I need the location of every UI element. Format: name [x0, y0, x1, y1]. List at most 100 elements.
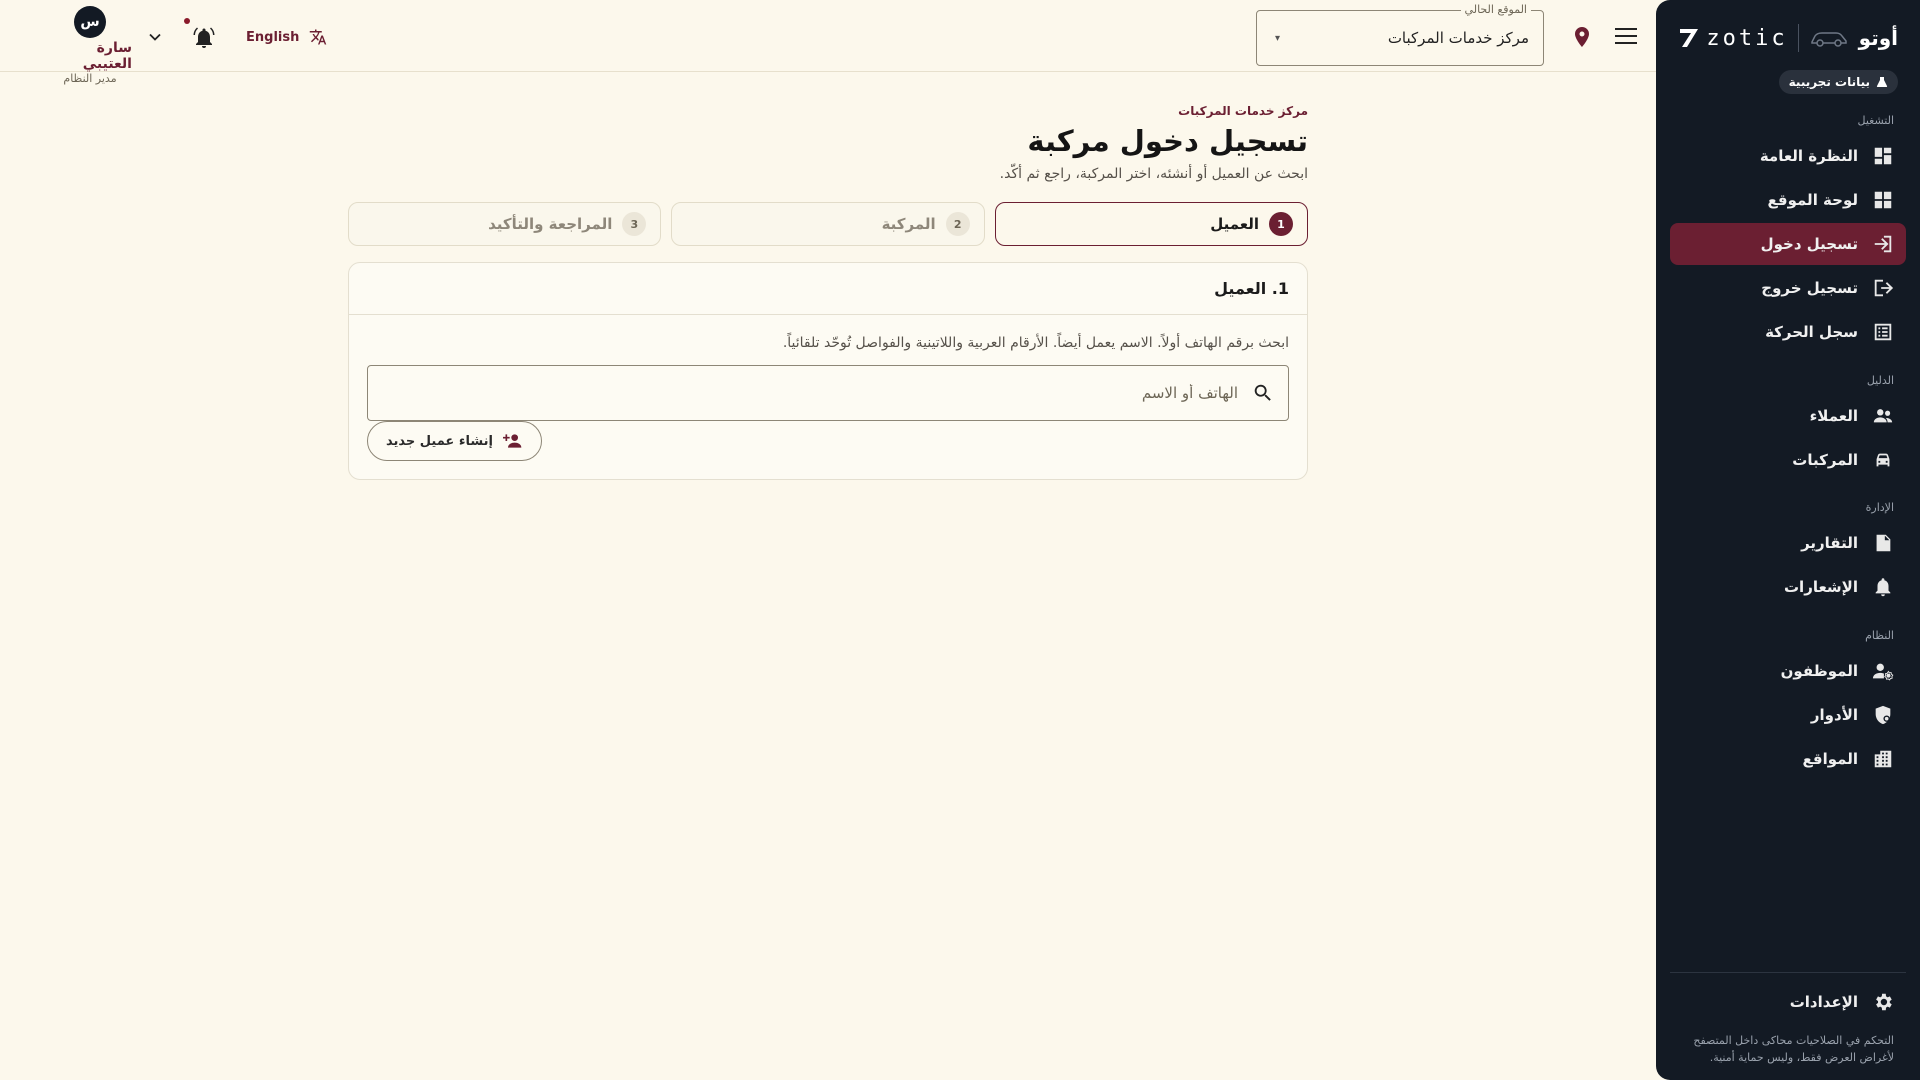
step-label: العميل	[1210, 215, 1259, 233]
create-customer-label: إنشاء عميل جديد	[386, 433, 493, 449]
chevron-down-icon[interactable]	[148, 30, 162, 44]
notification-dot	[184, 18, 190, 24]
flask-icon	[1876, 77, 1888, 87]
demo-data-label: بيانات تجريبية	[1788, 75, 1870, 89]
bell-ringing-icon	[193, 27, 215, 48]
sidebar-item-label: سجل الحركة	[1765, 323, 1858, 341]
zotic-mark-icon	[1680, 29, 1699, 47]
building-icon	[1874, 750, 1892, 768]
sidebar-item-notifications[interactable]: الإشعارات	[1670, 566, 1906, 608]
breadcrumb: مركز خدمات المركبات	[1178, 104, 1308, 118]
sidebar-item-label: التقارير	[1801, 534, 1858, 552]
user-menu[interactable]: س سارة العتيبي مدير النظام	[48, 6, 132, 85]
gear-icon	[1876, 993, 1892, 1011]
current-location-label: الموقع الحالي	[1460, 3, 1531, 16]
user-role: مدير النظام	[63, 72, 117, 85]
menu-button[interactable]	[1612, 22, 1640, 50]
brand-name: أوتو	[1858, 26, 1898, 50]
sidebar-item-movement-log[interactable]: سجل الحركة	[1670, 311, 1906, 353]
user-name: سارة العتيبي	[82, 40, 132, 72]
login-icon	[1874, 235, 1892, 253]
list-icon	[1874, 323, 1892, 341]
car-logo-icon	[1810, 32, 1847, 47]
language-toggle-button[interactable]: English	[246, 28, 327, 46]
chevron-down-icon: ▾	[1275, 33, 1281, 44]
site-board-icon	[1874, 191, 1892, 209]
sidebar-footer-note: التحكم في الصلاحيات محاكى داخل المتصفح ل…	[1676, 1032, 1894, 1066]
sidebar-item-label: تسجيل خروج	[1761, 279, 1858, 297]
sidebar-item-label: المواقع	[1802, 750, 1858, 768]
create-customer-button[interactable]: إنشاء عميل جديد	[367, 421, 542, 461]
nav-section-directory: الدليل	[1866, 374, 1894, 387]
sidebar-item-customers[interactable]: العملاء	[1670, 395, 1906, 437]
sidebar-item-check-out[interactable]: تسجيل خروج	[1670, 267, 1906, 309]
page-title: تسجيل دخول مركبة	[1027, 124, 1308, 158]
bell-icon	[1875, 578, 1891, 597]
sidebar-item-label: الموظفون	[1780, 662, 1858, 680]
sidebar-item-locations[interactable]: المواقع	[1670, 738, 1906, 780]
sidebar-item-label: العملاء	[1809, 407, 1858, 425]
sidebar-item-reports[interactable]: التقارير	[1670, 522, 1906, 564]
current-location-value: مركز خدمات المركبات	[1387, 29, 1529, 47]
language-label: English	[246, 29, 300, 45]
step-label: المراجعة والتأكيد	[488, 215, 613, 233]
sidebar-item-label: النظرة العامة	[1759, 147, 1858, 165]
step-number: 1	[1269, 212, 1293, 236]
avatar: س	[74, 6, 106, 38]
step-customer[interactable]: 1 العميل	[994, 202, 1308, 246]
roles-shield-icon	[1875, 705, 1891, 725]
sidebar-item-label: تسجيل دخول	[1760, 235, 1858, 253]
sidebar-item-roles[interactable]: الأدوار	[1670, 694, 1906, 736]
sidebar-item-overview[interactable]: النظرة العامة	[1670, 135, 1906, 177]
main-content: مركز خدمات المركبات تسجيل دخول مركبة ابح…	[348, 104, 1308, 480]
staff-icon	[1872, 663, 1894, 681]
customer-search-input[interactable]	[368, 366, 1238, 420]
step-vehicle[interactable]: 2 المركبة	[671, 202, 985, 246]
notifications-button[interactable]	[192, 26, 216, 50]
zotic-logo: zotic	[1678, 26, 1787, 51]
report-icon	[1876, 534, 1891, 552]
brand[interactable]: أوتو zotic	[1676, 20, 1898, 56]
top-header: الموقع الحالي مركز خدمات المركبات ▾ Engl…	[0, 0, 1656, 85]
nav-section-operation: التشغيل	[1857, 114, 1895, 127]
sidebar-item-site-board[interactable]: لوحة الموقع	[1670, 179, 1906, 221]
new-customer-row: إنشاء عميل جديد	[367, 421, 1289, 461]
wizard-stepper: 1 العميل 2 المركبة 3 المراجعة والتأكيد	[348, 202, 1308, 246]
location-pin-icon	[1575, 27, 1589, 47]
current-location-select[interactable]: الموقع الحالي مركز خدمات المركبات ▾	[1256, 3, 1544, 66]
sidebar-item-label: المركبات	[1792, 451, 1858, 469]
people-icon	[1873, 409, 1893, 423]
demo-data-badge: بيانات تجريبية	[1778, 70, 1898, 94]
sidebar-item-label: الأدوار	[1810, 706, 1858, 724]
step-number: 3	[622, 212, 647, 236]
hamburger-icon	[1615, 28, 1637, 44]
page-subtitle: ابحث عن العميل أو أنشئه، اختر المركبة، ر…	[999, 166, 1308, 182]
customer-search-field[interactable]	[367, 365, 1289, 421]
sidebar-item-label: الإعدادات	[1789, 993, 1858, 1011]
car-icon	[1876, 453, 1890, 467]
sidebar-item-label: لوحة الموقع	[1767, 191, 1858, 209]
person-add-icon	[502, 434, 522, 448]
footer-note-line-1: التحكم في الصلاحيات محاكى داخل المتصفح	[1693, 1034, 1894, 1047]
sidebar-item-staff[interactable]: الموظفون	[1670, 650, 1906, 692]
step-review-confirm[interactable]: 3 المراجعة والتأكيد	[348, 202, 662, 246]
translate-icon	[310, 29, 327, 45]
zotic-logo-text: zotic	[1706, 25, 1788, 51]
sidebar-item-vehicles[interactable]: المركبات	[1670, 439, 1906, 481]
card-body: ابحث برقم الهاتف أولاً. الاسم يعمل أيضاً…	[349, 315, 1307, 479]
nav-section-management: الإدارة	[1865, 501, 1894, 514]
card-title: 1. العميل	[349, 263, 1307, 315]
sidebar-item-label: الإشعارات	[1783, 578, 1858, 596]
sidebar-item-check-in[interactable]: تسجيل دخول	[1670, 223, 1906, 265]
search-icon	[1254, 384, 1271, 401]
step-number: 2	[945, 212, 970, 236]
logout-icon	[1874, 279, 1894, 297]
sidebar-item-settings[interactable]: الإعدادات	[1670, 981, 1906, 1023]
brand-divider	[1797, 24, 1799, 52]
step-label: المركبة	[881, 215, 936, 233]
footer-note-line-2: لأغراض العرض فقط، وليس حماية أمنية.	[1709, 1051, 1894, 1064]
sidebar-divider	[1670, 972, 1906, 973]
nav-section-system: النظام	[1865, 629, 1894, 642]
search-hint: ابحث برقم الهاتف أولاً. الاسم يعمل أيضاً…	[782, 335, 1289, 351]
customer-card: 1. العميل ابحث برقم الهاتف أولاً. الاسم …	[348, 262, 1308, 480]
